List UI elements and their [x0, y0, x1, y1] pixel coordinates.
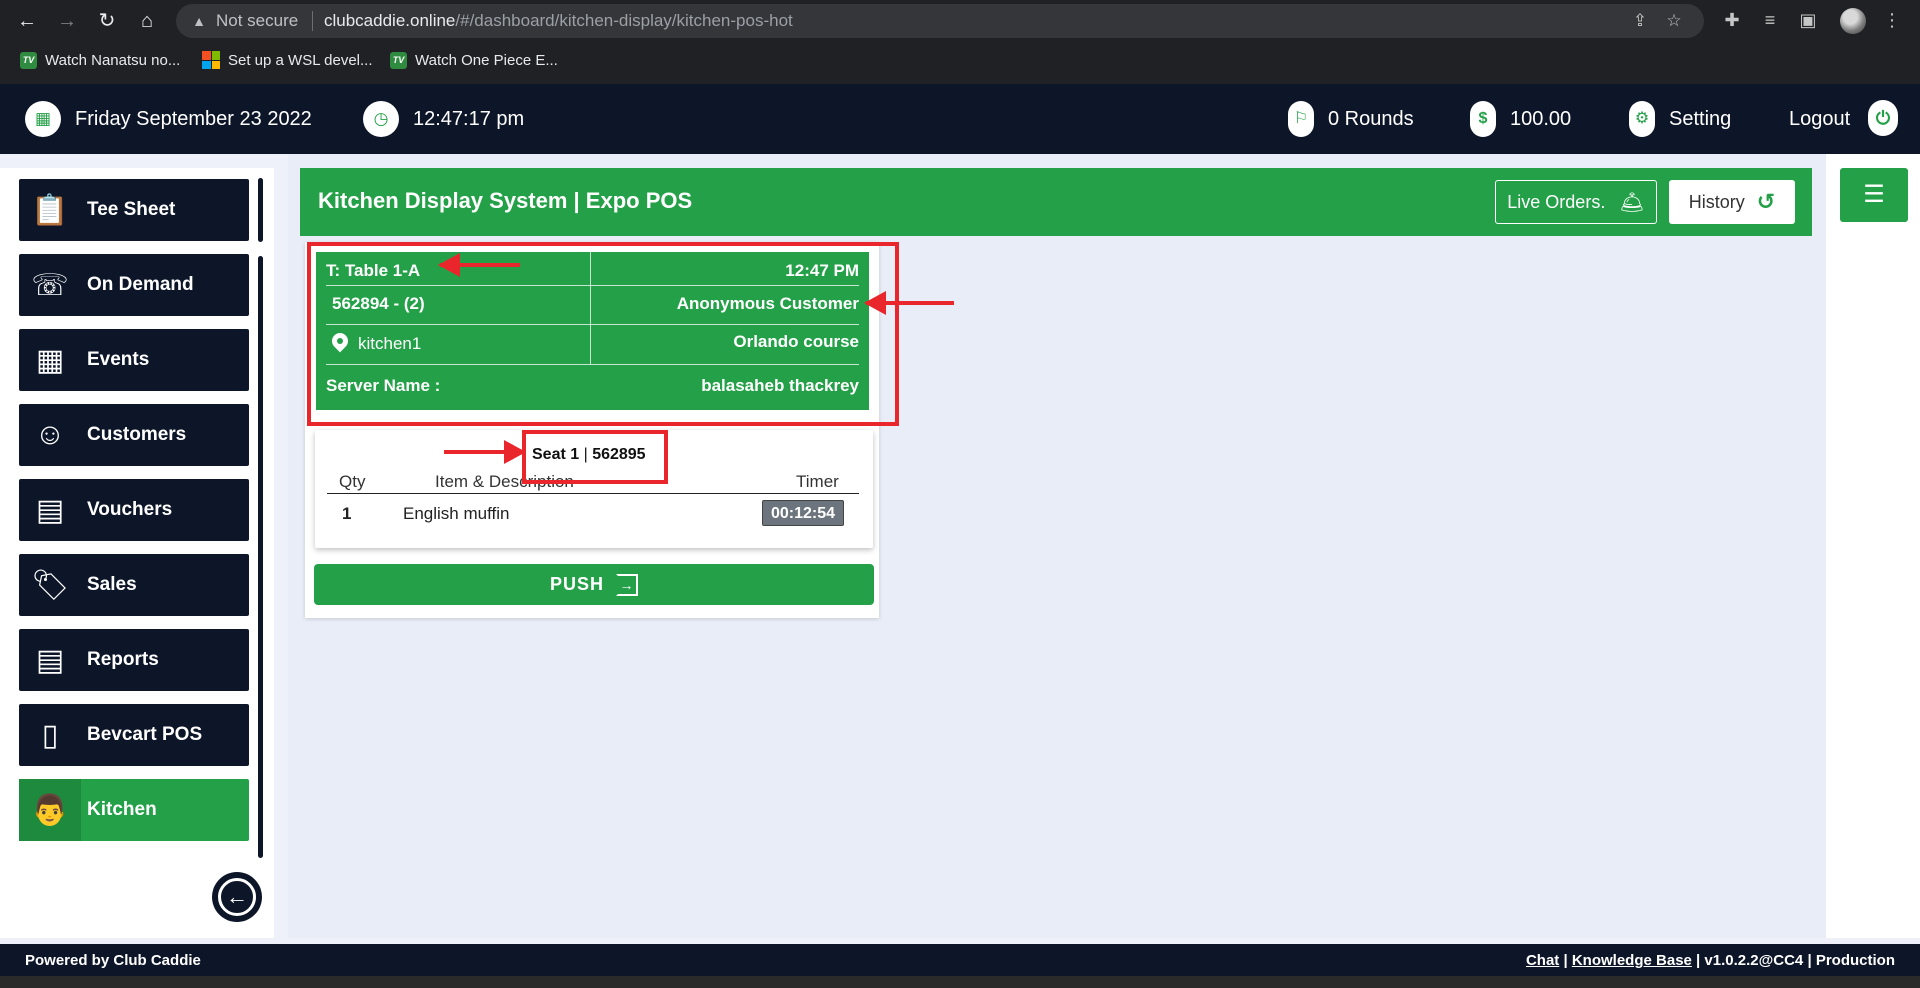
item-timer: 00:12:54: [762, 500, 844, 526]
sidebar-item-on-demand[interactable]: ☏ On Demand: [19, 254, 249, 316]
menu-toggle-icon[interactable]: ☰: [1840, 168, 1908, 222]
item-name: English muffin: [403, 504, 510, 523]
item-qty: 1: [342, 504, 352, 523]
bookmark-item[interactable]: TV Watch One Piece E...: [390, 46, 558, 74]
header-rounds[interactable]: ⚐ 0 Rounds: [1288, 100, 1414, 138]
history-icon: ↺: [1756, 189, 1776, 214]
taskbar-edge: [0, 976, 1920, 988]
collapse-sidebar-button[interactable]: ←: [212, 872, 262, 922]
version-label: v1.0.2.2@CC4: [1704, 952, 1804, 969]
back-arrow-icon[interactable]: ←: [14, 8, 40, 34]
clipboard-icon: 📋: [31, 193, 69, 227]
live-orders-button[interactable]: Live Orders. 🛎: [1495, 180, 1657, 224]
chef-icon: 👨: [19, 779, 81, 841]
annotation-box-seat: [522, 430, 668, 484]
voucher-icon: ▤: [35, 493, 65, 527]
dollar-icon: $: [1470, 101, 1496, 137]
forward-arrow-icon[interactable]: →: [54, 8, 80, 34]
profile-avatar[interactable]: [1840, 8, 1866, 34]
history-button[interactable]: History ↺: [1669, 180, 1795, 224]
tv-icon: TV: [390, 51, 407, 69]
sidebar-item-customers[interactable]: ☺ Customers: [19, 404, 249, 466]
footer-links: Chat | Knowledge Base | v1.0.2.2@CC4 | P…: [1525, 952, 1895, 969]
annotation-arrow-table: [438, 253, 520, 277]
right-panel: [1826, 154, 1920, 938]
kds-toolbar: Kitchen Display System | Expo POS Live O…: [300, 168, 1812, 236]
annotation-box-order-header: [307, 242, 899, 426]
header-balance[interactable]: $ 100.00: [1470, 100, 1571, 138]
address-row: ← → ↻ ⌂ ▲ Not secure clubcaddie.online/#…: [0, 0, 1920, 42]
bookmark-item[interactable]: TV Watch Nanatsu no...: [20, 46, 180, 74]
microsoft-icon: [202, 51, 220, 69]
push-button[interactable]: PUSH →: [314, 564, 874, 605]
star-icon[interactable]: ☆: [1664, 11, 1684, 31]
header-date: ▦ Friday September 23 2022: [25, 100, 312, 138]
home-icon[interactable]: ⌂: [134, 8, 160, 34]
annotation-arrow-customer: [864, 291, 954, 315]
setting-button[interactable]: ⚙ Setting: [1629, 100, 1731, 138]
environment-label: Production: [1815, 952, 1895, 969]
calendar-icon: ▦: [35, 343, 65, 377]
reload-icon[interactable]: ↻: [94, 8, 120, 34]
url-text: clubcaddie.online/#/dashboard/kitchen-di…: [324, 11, 793, 30]
power-icon[interactable]: ⏻: [1868, 100, 1898, 136]
extensions-icon[interactable]: ✚: [1720, 8, 1744, 32]
warning-icon: ▲: [192, 13, 206, 29]
sign-in-icon: →: [616, 573, 638, 596]
bookmark-item[interactable]: Set up a WSL devel...: [202, 46, 373, 74]
sidebar-item-bevcart-pos[interactable]: ▯ Bevcart POS: [19, 704, 249, 766]
knowledge-base-link[interactable]: Knowledge Base: [1572, 952, 1692, 969]
sale-tag-icon: 🏷: [30, 568, 70, 602]
sidebar-item-tee-sheet[interactable]: 📋 Tee Sheet: [19, 179, 249, 241]
flag-icon: ⚐: [1288, 101, 1314, 137]
header-time: ◷ 12:47:17 pm: [363, 100, 524, 138]
bell-icon: 🛎: [1619, 191, 1645, 214]
address-separator: [312, 11, 313, 31]
sidebar-item-vouchers[interactable]: ▤ Vouchers: [19, 479, 249, 541]
page-title: Kitchen Display System | Expo POS: [318, 188, 693, 213]
sidebar-scrollbar-thumb[interactable]: [258, 178, 263, 242]
app-header: ▦ Friday September 23 2022 ◷ 12:47:17 pm…: [0, 84, 1920, 154]
report-icon: ▤: [35, 643, 65, 677]
sidebar-item-events[interactable]: ▦ Events: [19, 329, 249, 391]
logout-button[interactable]: Logout: [1789, 100, 1850, 138]
kebab-menu-icon[interactable]: ⋮: [1880, 8, 1904, 32]
customers-icon: ☺: [34, 418, 66, 451]
powered-by: Powered by Club Caddie: [25, 952, 201, 969]
sidebar-item-reports[interactable]: ▤ Reports: [19, 629, 249, 691]
media-control-icon[interactable]: ≡: [1758, 8, 1782, 32]
sidebar-item-sales[interactable]: 🏷 Sales: [19, 554, 249, 616]
bookmarks-bar: TV Watch Nanatsu no... Set up a WSL deve…: [0, 46, 1920, 74]
phone-clock-icon: ☏: [31, 268, 69, 302]
sidebar-scrollbar[interactable]: [258, 256, 263, 858]
timer-header: Timer: [796, 472, 839, 491]
mobile-icon: ▯: [41, 718, 59, 752]
calendar-icon: ▦: [25, 101, 61, 137]
table-header-divider: [327, 493, 859, 494]
footer: Powered by Club Caddie Chat | Knowledge …: [0, 944, 1920, 976]
qty-header: Qty: [339, 472, 366, 491]
clock-icon: ◷: [363, 101, 399, 137]
security-label: Not secure: [216, 11, 299, 30]
annotation-arrow-seat: [444, 440, 526, 464]
browser-chrome: ← → ↻ ⌂ ▲ Not secure clubcaddie.online/#…: [0, 0, 1920, 84]
tv-icon: TV: [20, 51, 37, 69]
gear-icon: ⚙: [1629, 101, 1655, 137]
address-bar[interactable]: ▲ Not secure clubcaddie.online/#/dashboa…: [176, 4, 1704, 38]
chat-link[interactable]: Chat: [1526, 952, 1559, 969]
circle-arrow-left-icon: ←: [218, 878, 256, 916]
side-panel-icon[interactable]: ▣: [1796, 8, 1820, 32]
sidebar-item-kitchen[interactable]: 👨 Kitchen: [19, 779, 249, 841]
share-icon[interactable]: ⇪: [1630, 11, 1650, 31]
